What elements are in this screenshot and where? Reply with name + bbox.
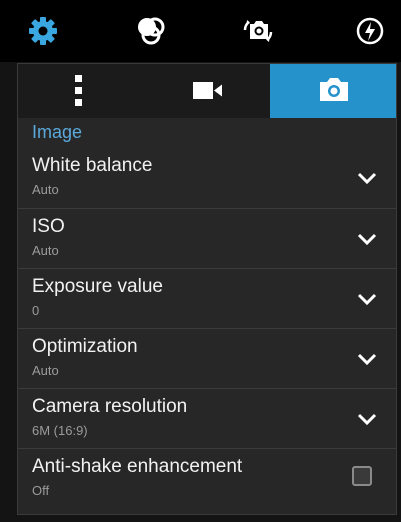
camera-settings-screen: Image White balance Auto ISO Auto Exposu… xyxy=(0,0,401,522)
setting-label: Optimization xyxy=(32,336,138,357)
chevron-down-icon[interactable] xyxy=(356,291,378,307)
tab-more-settings[interactable] xyxy=(18,64,144,118)
setting-value: Auto xyxy=(32,363,59,378)
setting-label: Exposure value xyxy=(32,276,163,297)
anti-shake-checkbox[interactable] xyxy=(352,466,372,486)
flash-auto-icon[interactable] xyxy=(353,14,387,48)
switch-camera-icon[interactable] xyxy=(241,14,275,48)
settings-tabs xyxy=(18,64,396,118)
setting-label: White balance xyxy=(32,155,153,176)
setting-white-balance[interactable]: White balance Auto xyxy=(18,148,396,208)
setting-value: Auto xyxy=(32,243,59,258)
setting-value: Off xyxy=(32,483,50,498)
chevron-down-icon[interactable] xyxy=(356,231,378,247)
tab-camera[interactable] xyxy=(270,64,396,118)
camera-icon xyxy=(320,78,348,101)
gear-icon[interactable] xyxy=(26,14,60,48)
setting-exposure-value[interactable]: Exposure value 0 xyxy=(18,268,396,328)
more-settings-icon xyxy=(75,75,82,106)
chevron-down-icon[interactable] xyxy=(356,411,378,427)
section-title-image: Image xyxy=(32,122,83,142)
setting-camera-resolution[interactable]: Camera resolution 6M (16:9) xyxy=(18,388,396,448)
setting-value: 6M (16:9) xyxy=(32,423,88,438)
setting-value: Auto xyxy=(32,182,59,197)
tab-video[interactable] xyxy=(144,64,270,118)
setting-label: Anti-shake enhancement xyxy=(32,456,243,477)
setting-label: Camera resolution xyxy=(32,396,188,417)
setting-value: 0 xyxy=(32,303,40,318)
chevron-down-icon[interactable] xyxy=(356,351,378,367)
video-camera-icon xyxy=(193,82,222,99)
setting-iso[interactable]: ISO Auto xyxy=(18,208,396,268)
chevron-down-icon[interactable] xyxy=(356,170,378,186)
setting-optimization[interactable]: Optimization Auto xyxy=(18,328,396,388)
top-toolbar xyxy=(0,0,401,62)
settings-panel: Image White balance Auto ISO Auto Exposu… xyxy=(17,63,397,515)
filter-effects-icon[interactable] xyxy=(134,14,168,48)
setting-label: ISO xyxy=(32,216,65,237)
setting-anti-shake[interactable]: Anti-shake enhancement Off xyxy=(18,448,396,508)
